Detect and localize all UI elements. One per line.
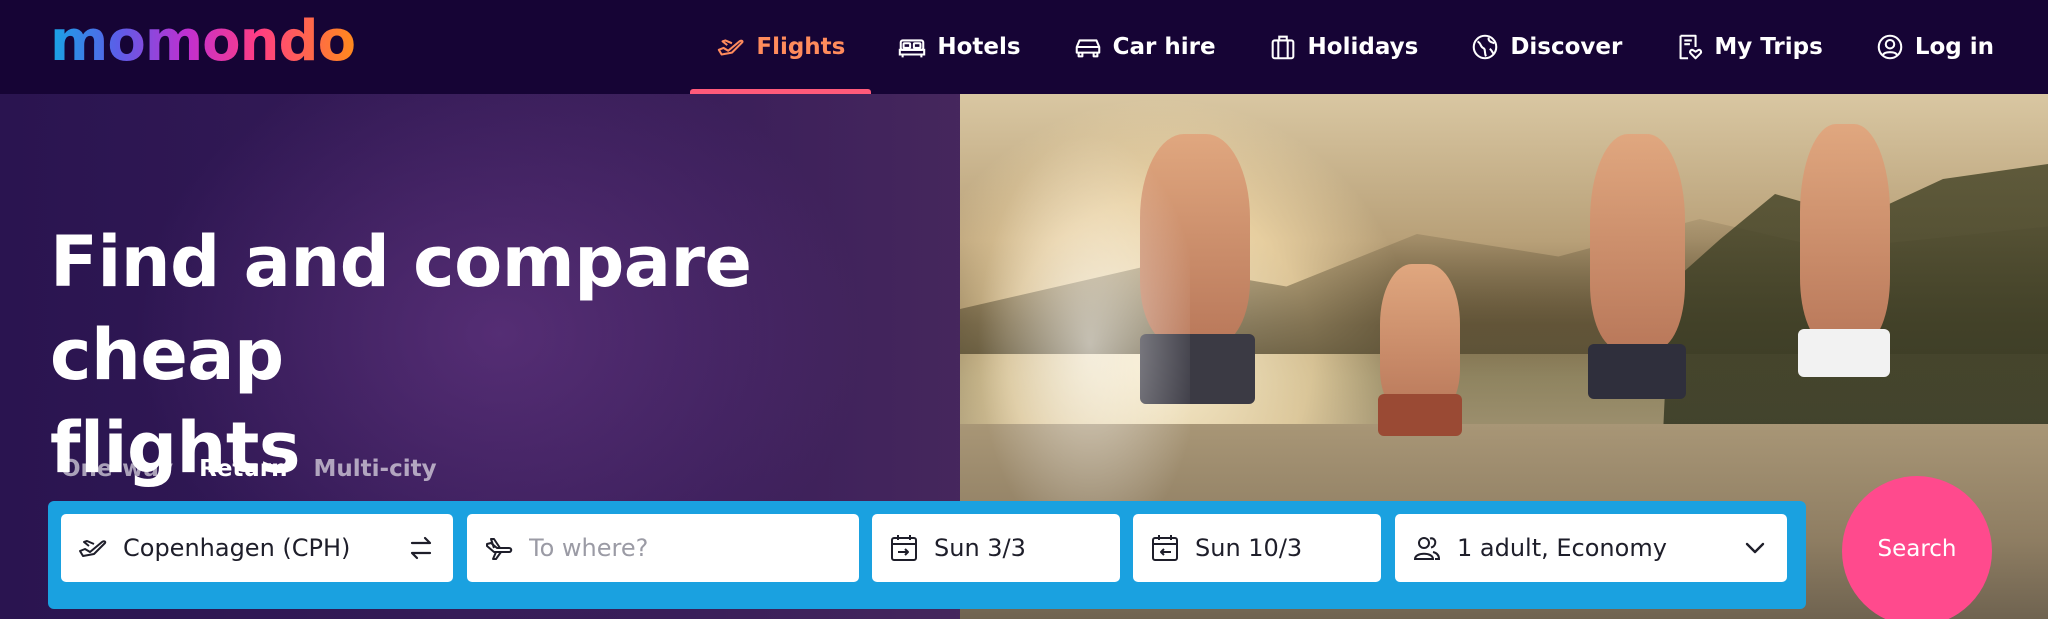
nav-car-hire[interactable]: Car hire [1047,0,1242,94]
travellers-value: 1 adult, Economy [1457,534,1667,562]
nav-car-hire-label: Car hire [1112,34,1216,60]
travellers-cabin-field[interactable]: 1 adult, Economy [1395,514,1787,582]
nav-holidays[interactable]: Holidays [1242,0,1445,94]
photo-person-2-shorts [1378,394,1462,436]
trip-type-selector: One-way Return Multi-city [61,456,437,482]
search-button[interactable]: Search [1842,476,1992,619]
departing-plane-icon [79,540,107,557]
origin-value: Copenhagen (CPH) [123,534,351,562]
photo-person-4 [1800,124,1890,344]
nav-log-in-label: Log in [1914,34,1994,60]
headline-line-1: Find and compare cheap [50,221,752,396]
photo-person-3-shorts [1588,344,1686,399]
logo-text: momondo [50,9,356,74]
nav-my-trips[interactable]: My Trips [1648,0,1848,94]
nav-discover[interactable]: Discover [1444,0,1648,94]
travellers-icon [1413,537,1441,560]
nav-hotels-label: Hotels [937,34,1021,60]
bed-icon [899,39,926,58]
globe-icon [1473,34,1498,60]
return-date-value: Sun 10/3 [1195,534,1303,562]
return-date-field[interactable]: Sun 10/3 [1133,514,1381,582]
calendar-depart-icon [891,535,917,561]
suitcase-icon [1271,35,1294,60]
arriving-plane-icon [486,538,513,560]
main-nav: Flights Hotels Car hire Holidays Discove… [690,0,2020,94]
plane-icon [718,39,744,56]
nav-my-trips-label: My Trips [1714,34,1823,60]
depart-date-value: Sun 3/3 [934,534,1026,562]
chevron-down-icon [1745,542,1765,554]
nav-flights[interactable]: Flights [690,0,872,94]
momondo-logo[interactable]: momondo [50,9,356,74]
photo-person-3 [1590,134,1685,349]
nav-hotels[interactable]: Hotels [871,0,1046,94]
car-icon [1075,39,1100,58]
calendar-return-icon [1152,535,1178,561]
nav-holidays-label: Holidays [1307,34,1419,60]
trip-type-multi-city[interactable]: Multi-city [314,456,437,482]
search-button-label: Search [1877,536,1957,562]
origin-field[interactable]: Copenhagen (CPH) [61,514,453,582]
depart-date-field[interactable]: Sun 3/3 [872,514,1120,582]
flight-search-form: Copenhagen (CPH) To where? Sun 3/3 Sun 1… [48,501,1806,609]
nav-log-in[interactable]: Log in [1849,0,2020,94]
page-headline: Find and compare cheap flights [50,216,970,495]
user-icon [1877,34,1903,60]
trips-heart-icon [1679,34,1703,60]
trip-type-return[interactable]: Return [199,456,287,482]
photo-person-4-shorts [1798,329,1890,377]
destination-placeholder: To where? [529,534,649,562]
swap-icon[interactable] [405,532,437,564]
trip-type-one-way[interactable]: One-way [61,456,173,482]
destination-field[interactable]: To where? [467,514,859,582]
photo-person-2 [1380,264,1460,414]
nav-discover-label: Discover [1510,34,1623,60]
top-navigation-bar: momondo Flights Hotels Car hire Holidays… [0,0,2048,94]
nav-flights-label: Flights [756,34,846,60]
hero-section: Find and compare cheap flights One-way R… [0,94,2048,619]
